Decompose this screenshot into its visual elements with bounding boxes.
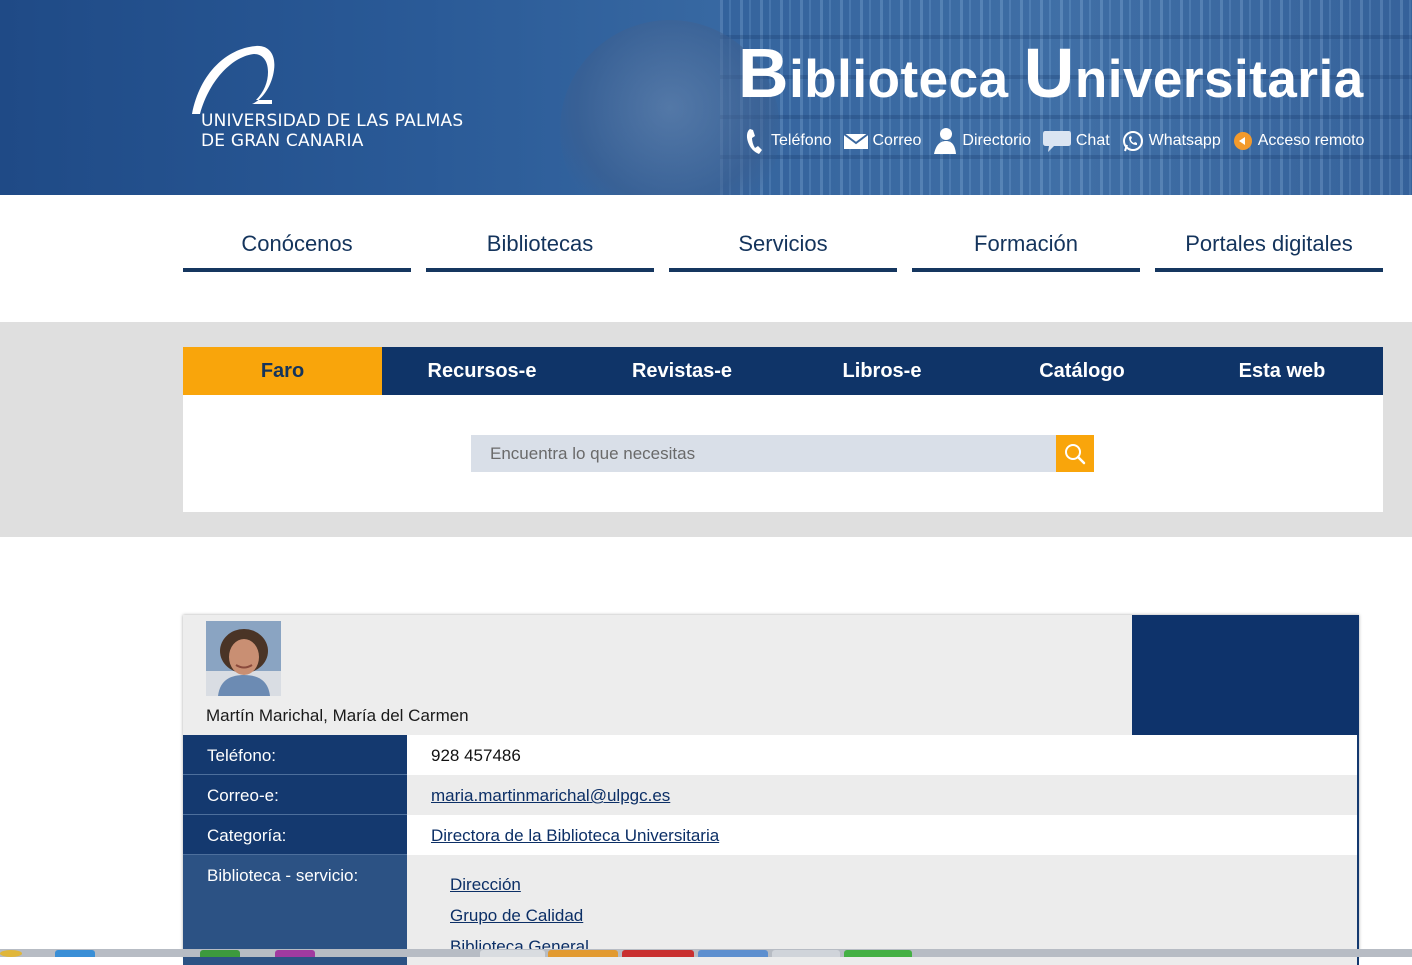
whatsapp-icon: [1122, 131, 1143, 152]
staff-header-accent-block: [1132, 615, 1359, 735]
staff-row-email: Correo-e: maria.martinmarichal@ulpgc.es: [183, 775, 1359, 815]
taskbar-app-icon-1[interactable]: [55, 950, 95, 957]
search-tab-recursos-e[interactable]: Recursos-e: [382, 347, 582, 395]
search-tab-catalogo[interactable]: Catálogo: [982, 347, 1182, 395]
staff-row-phone: Teléfono: 928 457486: [183, 735, 1359, 775]
search-button[interactable]: [1056, 435, 1094, 472]
search-icon: [1065, 443, 1086, 464]
search-section: Faro Recursos-e Revistas-e Libros-e Catá…: [0, 322, 1412, 537]
university-name-line1: UNIVERSIDAD DE LAS PALMAS: [201, 111, 464, 131]
search-tab-esta-web[interactable]: Esta web: [1182, 347, 1382, 395]
staff-email-cell: maria.martinmarichal@ulpgc.es: [407, 775, 1359, 815]
phone-icon: [746, 129, 762, 154]
chat-bubble-icon: [1042, 131, 1071, 152]
contact-phone-link[interactable]: Teléfono: [745, 127, 832, 155]
contact-remote-access-label: Acceso remoto: [1257, 132, 1365, 149]
contact-remote-access-link[interactable]: Acceso remoto: [1232, 130, 1365, 152]
service-link-grupo-calidad[interactable]: Grupo de Calidad: [450, 900, 589, 931]
search-tab-revistas-e[interactable]: Revistas-e: [582, 347, 782, 395]
staff-phone-label: Teléfono:: [183, 735, 407, 775]
ulpgc-emblem-icon: [192, 45, 275, 114]
taskbar-app-icon-6[interactable]: [622, 950, 694, 957]
nav-bibliotecas[interactable]: Bibliotecas: [426, 220, 654, 272]
staff-directory-card: Martín Marichal, María del Carmen Teléfo…: [183, 615, 1359, 965]
staff-phone-value: 928 457486: [407, 735, 1359, 775]
taskbar-app-icon-2[interactable]: [200, 950, 240, 957]
taskbar-app-icon-7[interactable]: [698, 950, 768, 957]
search-input[interactable]: [471, 435, 1056, 472]
contact-directory-link[interactable]: Directorio: [932, 126, 1031, 156]
nav-formacion[interactable]: Formación: [912, 220, 1140, 272]
taskbar-app-icon-4[interactable]: [480, 950, 545, 957]
nav-conocenos[interactable]: Conócenos: [183, 220, 411, 272]
remote-access-icon: [1233, 132, 1252, 150]
contact-whatsapp-label: Whatsapp: [1148, 132, 1221, 149]
taskbar-app-icon-8[interactable]: [772, 950, 840, 957]
taskbar-app-icon-3[interactable]: [275, 950, 315, 957]
contact-phone-label: Teléfono: [771, 132, 832, 149]
staff-category-cell: Directora de la Biblioteca Universitaria: [407, 815, 1359, 855]
staff-name: Martín Marichal, María del Carmen: [206, 706, 469, 725]
main-navigation: Conócenos Bibliotecas Servicios Formació…: [183, 220, 1383, 272]
staff-card-header: Martín Marichal, María del Carmen: [183, 615, 1359, 735]
title-word-biblioteca: iblioteca: [789, 50, 1024, 109]
search-panel: Faro Recursos-e Revistas-e Libros-e Catá…: [183, 347, 1383, 512]
staff-photo: [206, 621, 281, 696]
taskbar-app-icon-9[interactable]: [844, 950, 912, 957]
mail-icon: [842, 133, 869, 149]
nav-servicios[interactable]: Servicios: [669, 220, 897, 272]
search-tabs: Faro Recursos-e Revistas-e Libros-e Catá…: [183, 347, 1383, 395]
staff-email-link[interactable]: maria.martinmarichal@ulpgc.es: [431, 786, 670, 805]
staff-email-label: Correo-e:: [183, 775, 407, 815]
person-icon: [934, 128, 957, 154]
ulpgc-logo[interactable]: UNIVERSIDAD DE LAS PALMAS DE GRAN CANARI…: [190, 42, 463, 152]
search-tab-faro[interactable]: Faro: [183, 347, 382, 395]
search-tab-libros-e[interactable]: Libros-e: [782, 347, 982, 395]
contact-directory-label: Directorio: [962, 132, 1031, 149]
title-word-universitaria: niversitaria: [1074, 50, 1364, 109]
service-link-direccion[interactable]: Dirección: [450, 869, 589, 900]
contact-chat-label: Chat: [1075, 132, 1110, 149]
staff-category-link[interactable]: Directora de la Biblioteca Universitaria: [431, 826, 719, 845]
taskbar-start-icon[interactable]: [0, 950, 22, 957]
os-taskbar: [0, 949, 1412, 957]
university-name: UNIVERSIDAD DE LAS PALMAS DE GRAN CANARI…: [201, 111, 463, 151]
contact-mail-label: Correo: [872, 132, 922, 149]
title-initial-u: U: [1023, 34, 1075, 112]
title-initial-b: B: [738, 34, 790, 112]
staff-row-category: Categoría: Directora de la Biblioteca Un…: [183, 815, 1359, 855]
contact-mail-link[interactable]: Correo: [842, 131, 922, 151]
site-title: Biblioteca Universitaria: [738, 33, 1364, 120]
staff-category-label: Categoría:: [183, 815, 407, 855]
contact-chat-link[interactable]: Chat: [1042, 127, 1110, 155]
university-name-line2: DE GRAN CANARIA: [201, 131, 364, 151]
service-link-biblioteca-general[interactable]: Biblioteca General: [450, 931, 589, 962]
header-banner: UNIVERSIDAD DE LAS PALMAS DE GRAN CANARI…: [0, 0, 1412, 195]
contact-bar: Teléfono Correo Directorio Chat Whatsapp…: [745, 124, 1375, 158]
taskbar-app-icon-5[interactable]: [548, 950, 618, 957]
contact-whatsapp-link[interactable]: Whatsapp: [1121, 129, 1221, 153]
nav-portales-digitales[interactable]: Portales digitales: [1155, 220, 1383, 272]
